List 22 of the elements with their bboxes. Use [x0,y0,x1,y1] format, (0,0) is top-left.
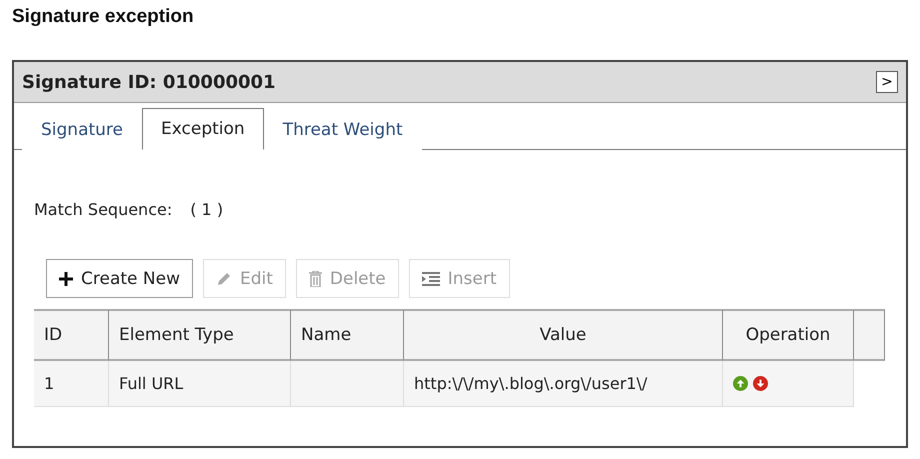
match-sequence-value: ( 1 ) [190,200,224,219]
expand-button[interactable]: > [876,71,898,93]
move-down-icon[interactable] [753,376,768,391]
trash-icon [308,270,322,286]
table-cell: http:\/\/my\.blog\.org\/user1\/ [404,361,723,407]
table-cell: Full URL [109,361,291,407]
indent-icon [422,272,440,286]
page-heading: Signature exception [12,6,195,28]
column-header: Value [404,309,723,361]
column-header: Element Type [109,309,291,361]
panel-title: Signature ID: 010000001 [22,72,276,92]
column-header: ID [34,309,109,361]
create-button[interactable]: Create New [46,259,193,298]
plus-icon [59,272,73,286]
column-header [854,309,885,361]
tab[interactable]: Exception [142,108,264,150]
move-up-icon[interactable] [733,376,748,391]
match-sequence-label: Match Sequence: [34,200,172,219]
column-header: Operation [723,309,854,361]
column-header: Name [291,309,404,361]
pencil-icon [216,270,232,286]
table-cell: 1 [34,361,109,407]
